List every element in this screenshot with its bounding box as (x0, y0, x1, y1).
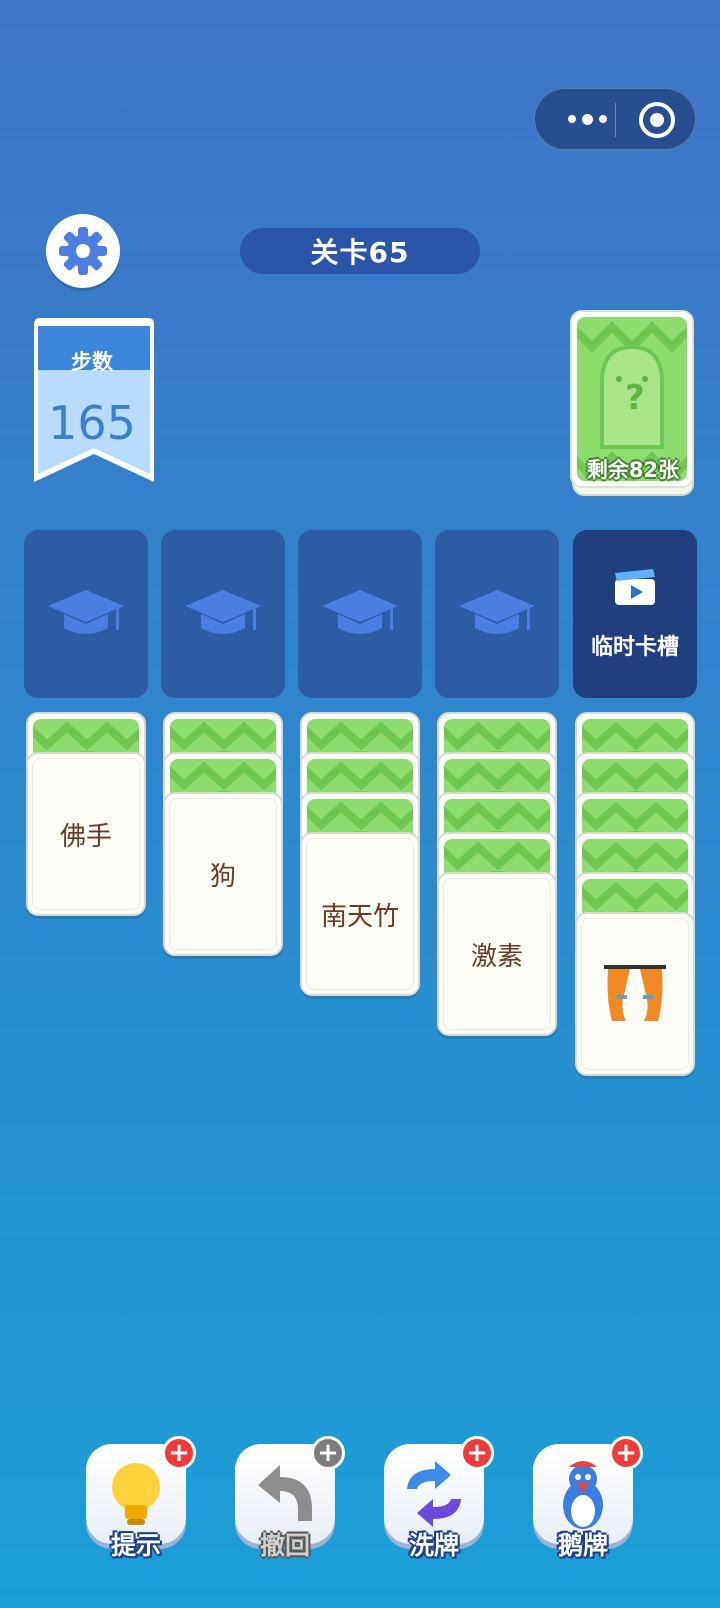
settings-button[interactable] (46, 214, 120, 288)
pile-top-card[interactable]: 佛手 (26, 752, 146, 916)
deck-remaining-count: 剩余82张 (586, 458, 680, 482)
steps-label: 步数 (71, 350, 113, 374)
steps-value: 165 (48, 396, 136, 450)
draw-deck[interactable]: ? 剩余82张 (570, 310, 696, 496)
add-undo-badge[interactable]: + (311, 1436, 345, 1470)
undo-arrow-icon (258, 1465, 312, 1521)
add-goose-badge[interactable]: + (609, 1436, 643, 1470)
shuffle-tool[interactable]: + 洗牌 (384, 1436, 494, 1564)
goose-icon (563, 1461, 603, 1529)
shuffle-arrows-icon (407, 1461, 461, 1527)
hint-label: 提示 (110, 1531, 161, 1560)
graduation-cap-icon (185, 590, 261, 634)
undo-label: 撤回 (259, 1531, 310, 1560)
capsule-divider (615, 103, 616, 137)
undo-tool[interactable]: + 撤回 (235, 1436, 345, 1564)
pile-top-card[interactable]: 激素 (437, 872, 557, 1036)
graduation-cap-icon (459, 590, 535, 634)
hint-tool[interactable]: + 提示 (86, 1436, 196, 1564)
temp-slot-label: 临时卡槽 (590, 635, 679, 660)
more-menu-icon[interactable] (557, 109, 617, 129)
temp-card-slot[interactable]: 临时卡槽 (573, 530, 697, 698)
gear-icon (59, 227, 107, 275)
level-title: 关卡65 (240, 228, 480, 274)
card-face: 狗 (169, 798, 277, 950)
video-clapper-icon (615, 569, 655, 605)
shuffle-label: 洗牌 (408, 1531, 459, 1560)
curtain-icon (604, 965, 666, 1021)
steps-ribbon: 步数 165 (30, 316, 158, 488)
add-shuffle-badge[interactable]: + (460, 1436, 494, 1470)
pile-top-card[interactable]: 狗 (163, 792, 283, 956)
card-face: 南天竹 (306, 838, 414, 990)
card-slot-2[interactable] (161, 530, 285, 698)
card-face: 激素 (443, 878, 551, 1030)
pile-top-card[interactable] (575, 912, 695, 1076)
graduation-cap-icon (322, 590, 398, 634)
card-slot-4[interactable] (435, 530, 559, 698)
close-miniprogram-icon[interactable] (639, 102, 675, 138)
card-slot-3[interactable] (298, 530, 422, 698)
card-face: 佛手 (32, 758, 140, 910)
svg-text:?: ? (625, 378, 645, 418)
add-hint-badge[interactable]: + (162, 1436, 196, 1470)
lightbulb-icon (112, 1463, 160, 1525)
pile-top-card[interactable]: 南天竹 (300, 832, 420, 996)
card-slot-1[interactable] (24, 530, 148, 698)
graduation-cap-icon (48, 590, 124, 634)
goose-tool[interactable]: + 鹅牌 (533, 1436, 643, 1564)
miniprogram-capsule (534, 88, 696, 150)
goose-label: 鹅牌 (557, 1531, 608, 1560)
card-face (581, 918, 689, 1070)
